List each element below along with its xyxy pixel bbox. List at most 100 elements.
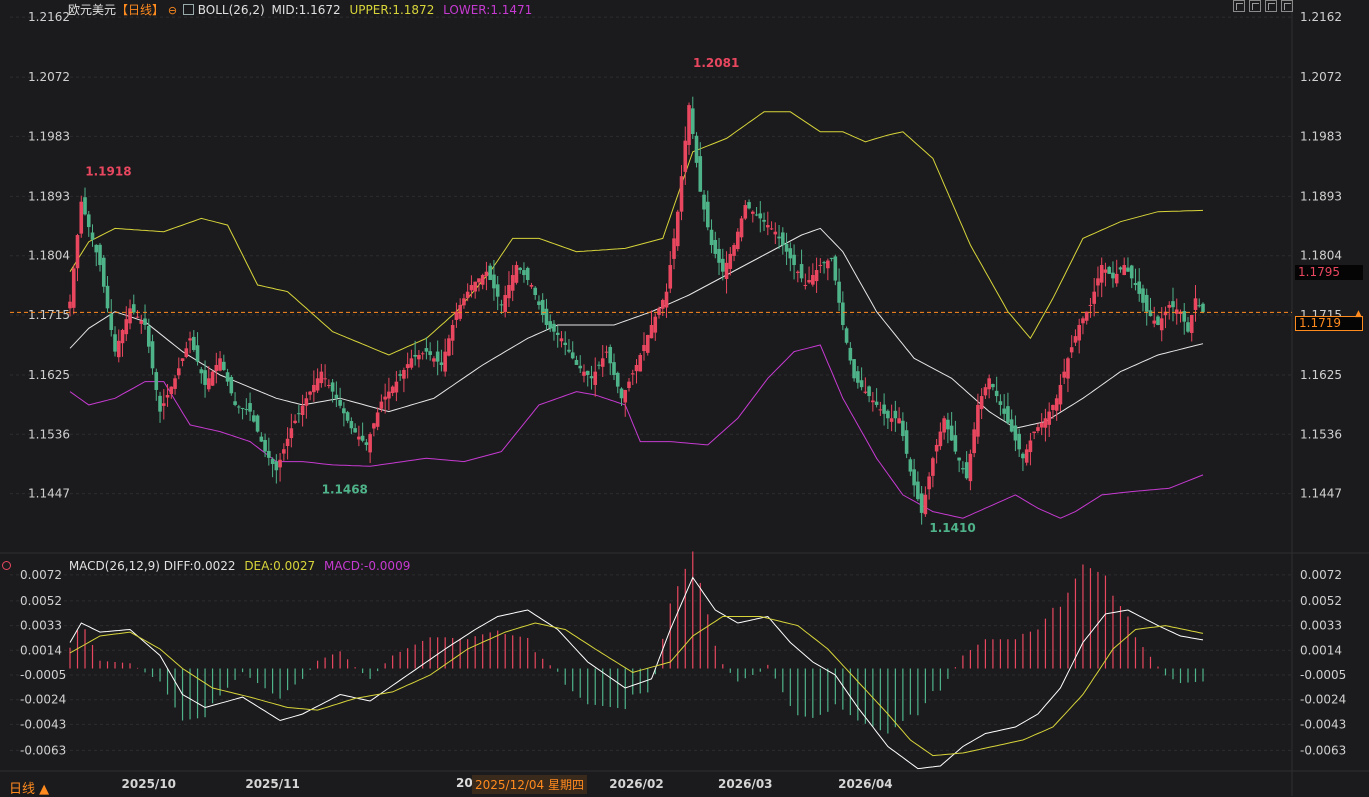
- candle-body: [912, 469, 916, 486]
- crosshair-icon[interactable]: [1233, 0, 1245, 12]
- candle-body: [593, 371, 598, 385]
- candle-body: [109, 313, 114, 330]
- candlestick-series[interactable]: [68, 96, 1205, 525]
- boll-label: BOLL(26,2): [197, 3, 265, 17]
- candle-body: [852, 359, 856, 379]
- price-tick-left: 1.2162: [28, 10, 70, 24]
- candle-body: [435, 351, 440, 362]
- macd-toggle-icon[interactable]: [2, 561, 11, 570]
- candle-body: [327, 384, 331, 386]
- candle-body: [503, 295, 507, 312]
- price-tick-right: 1.1447: [1300, 487, 1342, 501]
- candle-body: [1032, 431, 1036, 434]
- candle-body: [1028, 440, 1033, 453]
- candle-body: [781, 232, 785, 246]
- macd-tick-left: -0.0043: [20, 717, 66, 731]
- candle-body: [705, 201, 710, 228]
- candle-body: [773, 231, 778, 235]
- candle-body: [525, 267, 530, 281]
- candle-body: [612, 362, 616, 375]
- fullscreen-icon[interactable]: [1281, 0, 1293, 12]
- candle-body: [492, 274, 496, 289]
- candle-body: [1013, 425, 1018, 441]
- last-price-label: 1.1719: [1295, 316, 1363, 331]
- candle-body: [533, 287, 538, 296]
- candle-body: [927, 476, 931, 490]
- period-selector-button[interactable]: 日线 ▲: [9, 778, 49, 797]
- candle-body: [1021, 453, 1025, 459]
- macd-tick-right: 0.0072: [1300, 568, 1342, 582]
- candle-body: [218, 358, 222, 371]
- macd-dea-line: [69, 616, 1204, 757]
- candle-body: [1058, 384, 1063, 405]
- macd-tick-left: 0.0033: [20, 619, 62, 633]
- axes: 1.2162 1.2162 1.2072 1.2072 1.1983 1.1983 1.18…: [10, 10, 1346, 791]
- candle-body: [976, 404, 980, 437]
- candle-body: [1066, 358, 1070, 379]
- indicator-icon[interactable]: [182, 4, 194, 15]
- time-tick: 2025/11: [245, 777, 299, 791]
- candle-body: [323, 378, 327, 380]
- candle-body: [1159, 318, 1164, 331]
- time-tick: 2026/02: [609, 777, 663, 791]
- price-tick-right: 1.2162: [1300, 10, 1342, 24]
- candle-body: [623, 389, 628, 403]
- candle-body: [135, 316, 140, 318]
- candle-body: [604, 351, 609, 353]
- candle-body: [1171, 301, 1175, 308]
- candle-body: [886, 410, 890, 419]
- candle-body: [237, 406, 241, 408]
- candle-body: [439, 362, 444, 365]
- macd-tick-right: 0.0033: [1300, 619, 1342, 633]
- candle-body: [1107, 266, 1112, 274]
- candle-body: [375, 412, 380, 427]
- candle-body: [1054, 398, 1059, 411]
- candle-body: [675, 211, 680, 247]
- candle-body: [1193, 298, 1198, 310]
- candle-body: [308, 391, 312, 395]
- zoom-fit-icon[interactable]: [1249, 0, 1261, 12]
- price-tick-right: 1.1804: [1300, 249, 1342, 263]
- macd-panel[interactable]: [69, 551, 1204, 770]
- candle-body: [642, 344, 646, 352]
- candle-body: [192, 336, 196, 350]
- candle-body: [893, 410, 898, 419]
- candle-body: [679, 176, 684, 212]
- candle-body: [432, 358, 436, 362]
- candle-body: [469, 285, 474, 291]
- candle-body: [972, 429, 976, 454]
- candle-body: [225, 372, 230, 382]
- candle-body: [544, 308, 549, 325]
- candle-body: [1077, 324, 1081, 341]
- candle-body: [450, 324, 455, 341]
- candle-body: [289, 428, 294, 439]
- candle-body: [720, 258, 725, 272]
- price-tick-left: 1.1983: [28, 129, 70, 143]
- draw-tool-icon[interactable]: [1265, 0, 1277, 12]
- candle-body: [979, 396, 984, 410]
- chart-canvas[interactable]: 1.2162 1.2162 1.2072 1.2072 1.1983 1.1983 1.18…: [0, 0, 1369, 796]
- settings-circle-icon[interactable]: ⊖: [168, 4, 177, 17]
- candle-body: [627, 381, 631, 388]
- macd-diff-line: [69, 576, 1204, 770]
- price-tick-right: 1.1893: [1300, 189, 1342, 203]
- candle-body: [728, 253, 733, 269]
- candle-body: [608, 346, 613, 364]
- candle-body: [859, 380, 864, 388]
- candle-body: [495, 284, 500, 297]
- candle-body: [991, 384, 995, 388]
- candle-body: [372, 423, 376, 429]
- candle-body: [330, 382, 335, 392]
- macd-tick-left: -0.0063: [20, 743, 66, 757]
- candle-body: [998, 401, 1003, 405]
- candle-body: [735, 231, 740, 250]
- candle-body: [139, 320, 144, 324]
- candle-body: [762, 219, 766, 222]
- candle-body: [349, 421, 354, 429]
- candle-body: [387, 391, 391, 399]
- macd-name: MACD(26,12,9): [68, 559, 160, 573]
- candle-body: [1062, 371, 1066, 378]
- period-tag[interactable]: 【日线】: [116, 3, 164, 17]
- candle-body: [784, 243, 789, 252]
- price-tick-left: 1.1447: [28, 487, 70, 501]
